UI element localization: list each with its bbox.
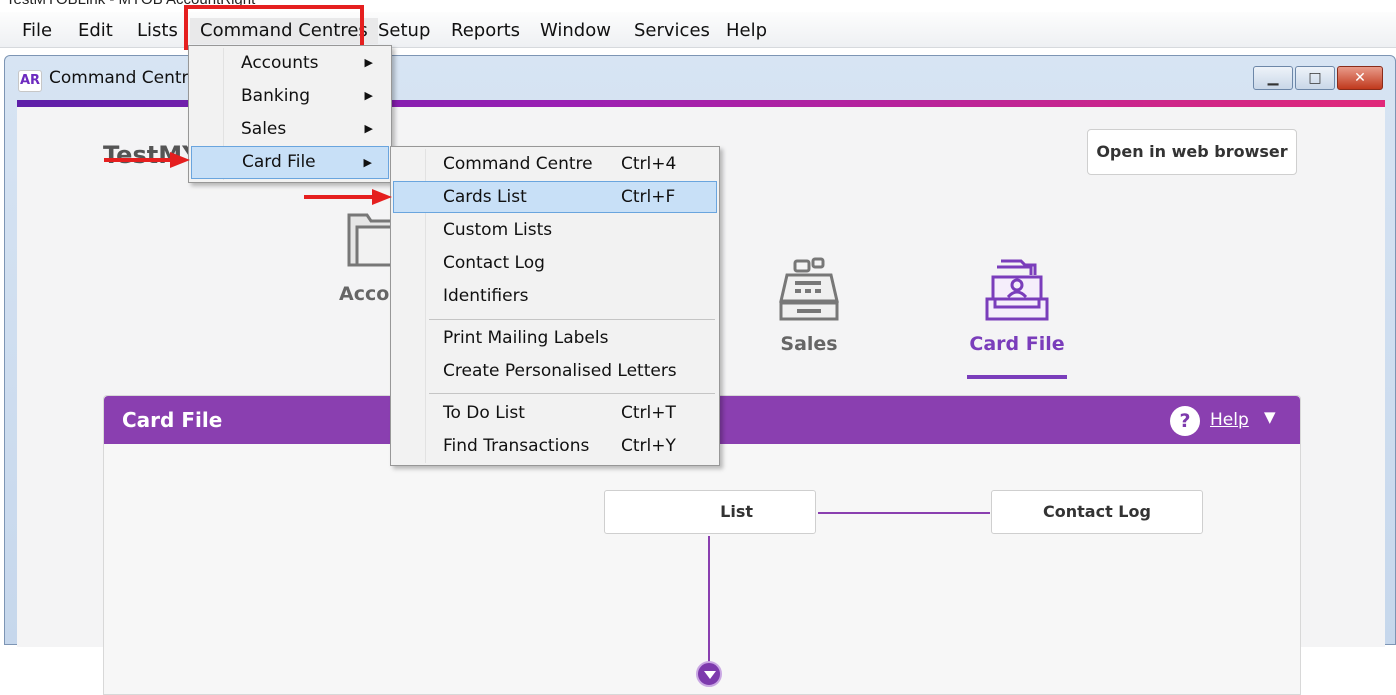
menu-item-label: Accounts bbox=[241, 53, 319, 73]
window-controls: ▁ □ ✕ bbox=[1253, 66, 1383, 90]
menu-item-to-do-list[interactable]: To Do List Ctrl+T bbox=[393, 398, 717, 428]
ar-logo: AR bbox=[18, 70, 42, 92]
annotation-arrow-icon bbox=[104, 152, 190, 168]
cards-list-label: List bbox=[720, 502, 753, 521]
minimize-icon: ▁ bbox=[1267, 70, 1279, 86]
command-centres-menu: Accounts ▶ Banking ▶ Sales ▶ Card File ▶ bbox=[188, 45, 392, 183]
window-title: Command Centre bbox=[49, 68, 199, 88]
cards-list-button[interactable]: List bbox=[604, 490, 816, 534]
menu-item-label: Print Mailing Labels bbox=[443, 328, 609, 348]
os-title-bar: TestMYOBLink - MYOB AccountRight bbox=[0, 0, 1396, 12]
menu-item-label: Contact Log bbox=[443, 253, 545, 273]
menu-item-banking[interactable]: Banking ▶ bbox=[191, 81, 389, 111]
card-file-submenu: Command Centre Ctrl+4 Cards List Ctrl+F … bbox=[390, 146, 720, 466]
submenu-arrow-icon: ▶ bbox=[364, 89, 373, 102]
menu-item-sales[interactable]: Sales ▶ bbox=[191, 114, 389, 144]
nav-sales-label[interactable]: Sales bbox=[777, 333, 841, 355]
menu-setup[interactable]: Setup bbox=[368, 18, 440, 44]
menu-item-label: To Do List bbox=[443, 403, 525, 423]
help-link[interactable]: Help bbox=[1210, 410, 1249, 430]
maximize-button[interactable]: □ bbox=[1295, 66, 1335, 90]
menu-item-accounts[interactable]: Accounts ▶ bbox=[191, 48, 389, 78]
menu-item-card-file[interactable]: Card File ▶ bbox=[191, 146, 389, 179]
menu-item-command-centre[interactable]: Command Centre Ctrl+4 bbox=[393, 149, 717, 179]
menu-item-create-personalised-letters[interactable]: Create Personalised Letters bbox=[393, 356, 717, 386]
help-dropdown-icon[interactable]: ▼ bbox=[1264, 408, 1276, 426]
cash-register-icon[interactable] bbox=[777, 257, 841, 323]
menu-window[interactable]: Window bbox=[530, 18, 621, 44]
nav-card-file-label[interactable]: Card File bbox=[957, 333, 1077, 355]
flow-connector-vertical bbox=[708, 536, 710, 664]
flow-expand-icon[interactable] bbox=[696, 661, 722, 687]
menu-item-custom-lists[interactable]: Custom Lists bbox=[393, 215, 717, 245]
menu-item-label: Create Personalised Letters bbox=[443, 361, 677, 381]
close-button[interactable]: ✕ bbox=[1337, 66, 1383, 90]
panel-title: Card File bbox=[122, 408, 223, 432]
menu-item-cards-list[interactable]: Cards List Ctrl+F bbox=[393, 181, 717, 213]
menu-lists[interactable]: Lists bbox=[127, 18, 188, 44]
menu-item-identifiers[interactable]: Identifiers bbox=[393, 281, 717, 311]
menu-separator bbox=[429, 319, 715, 320]
submenu-arrow-icon: ▶ bbox=[363, 156, 372, 169]
menu-item-label: Sales bbox=[241, 119, 287, 139]
maximize-icon: □ bbox=[1308, 70, 1322, 86]
menu-item-label: Banking bbox=[241, 86, 310, 106]
nav-active-underline bbox=[967, 375, 1067, 379]
menu-services[interactable]: Services bbox=[624, 18, 720, 44]
menu-item-find-transactions[interactable]: Find Transactions Ctrl+Y bbox=[393, 431, 717, 461]
menu-separator bbox=[429, 393, 715, 394]
close-icon: ✕ bbox=[1354, 70, 1366, 86]
menu-item-shortcut: Ctrl+F bbox=[621, 187, 676, 207]
card-file-icon[interactable] bbox=[985, 257, 1049, 323]
menu-edit[interactable]: Edit bbox=[68, 18, 123, 44]
minimize-button[interactable]: ▁ bbox=[1253, 66, 1293, 90]
open-web-browser-button[interactable]: Open in web browser bbox=[1087, 129, 1297, 175]
menu-item-label: Custom Lists bbox=[443, 220, 553, 240]
menu-reports[interactable]: Reports bbox=[441, 18, 530, 44]
annotation-arrow-icon bbox=[304, 189, 392, 205]
flow-connector-horizontal bbox=[818, 512, 990, 514]
menu-item-label: Find Transactions bbox=[443, 436, 590, 456]
menu-item-shortcut: Ctrl+T bbox=[621, 403, 676, 423]
menu-item-label: Card File bbox=[242, 152, 316, 172]
menu-item-shortcut: Ctrl+4 bbox=[621, 154, 677, 174]
submenu-arrow-icon: ▶ bbox=[364, 56, 373, 69]
menu-file[interactable]: File bbox=[12, 18, 62, 44]
menubar: File Edit Lists Command Centres Setup Re… bbox=[0, 12, 1396, 48]
menu-item-shortcut: Ctrl+Y bbox=[621, 436, 676, 456]
menu-item-contact-log[interactable]: Contact Log bbox=[393, 248, 717, 278]
menu-command-centres[interactable]: Command Centres bbox=[190, 18, 378, 44]
os-title-text: TestMYOBLink - MYOB AccountRight bbox=[6, 0, 255, 8]
help-icon[interactable]: ? bbox=[1170, 406, 1200, 436]
submenu-arrow-icon: ▶ bbox=[364, 122, 373, 135]
menu-item-label: Cards List bbox=[443, 187, 527, 207]
menu-item-label: Command Centre bbox=[443, 154, 593, 174]
contact-log-button[interactable]: Contact Log bbox=[991, 490, 1203, 534]
menu-help[interactable]: Help bbox=[716, 18, 777, 44]
menu-item-label: Identifiers bbox=[443, 286, 529, 306]
menu-item-print-mailing-labels[interactable]: Print Mailing Labels bbox=[393, 323, 717, 353]
